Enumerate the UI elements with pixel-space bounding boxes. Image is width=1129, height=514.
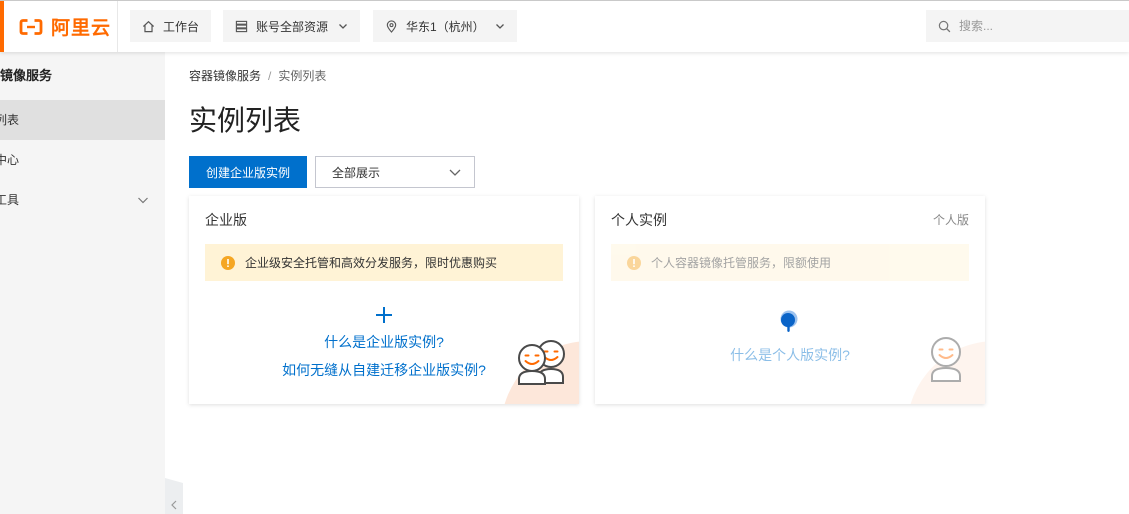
page-title: 实例列表 <box>189 105 302 136</box>
logo-divider <box>117 1 118 52</box>
region-dropdown[interactable]: 华东1（杭州） <box>373 10 517 42</box>
warning-icon <box>221 255 235 270</box>
warning-icon <box>627 255 641 270</box>
card-title: 企业版 <box>205 212 247 228</box>
promo-notice: 企业级安全托管和高效分发服务，限时优惠购买 <box>205 244 563 281</box>
search-input[interactable] <box>959 19 1119 33</box>
sidebar-item-center[interactable]: 中心 <box>0 140 165 180</box>
sidebar-item-label: 中心 <box>0 153 20 167</box>
edition-tag: 个人版 <box>932 213 969 227</box>
chevron-left-icon <box>170 500 178 510</box>
breadcrumb-current: 实例列表 <box>278 69 327 83</box>
top-navigation-bar: 阿里云 工作台 账号全部资源 华东1（杭州） <box>0 0 1129 52</box>
location-icon <box>385 19 398 33</box>
aliyun-logo[interactable]: 阿里云 <box>19 1 111 52</box>
card-title: 个人实例 <box>611 212 667 228</box>
aliyun-logo-icon <box>19 18 43 36</box>
create-enterprise-instance-button[interactable]: 创建企业版实例 <box>189 156 307 188</box>
chevron-down-icon <box>338 21 348 31</box>
notice-text: 企业级安全托管和高效分发服务，限时优惠购买 <box>245 256 498 270</box>
notice-text: 个人容器镜像托管服务，限额使用 <box>651 256 832 270</box>
workbench-button[interactable]: 工作台 <box>130 10 211 42</box>
sidebar-item-label: 工具 <box>0 193 20 207</box>
breadcrumb-separator: / <box>268 69 272 83</box>
region-label: 华东1（杭州） <box>406 19 485 34</box>
person-illustration <box>910 337 985 404</box>
search-box[interactable] <box>926 10 1129 42</box>
team-illustration <box>504 340 579 404</box>
logo-text: 阿里云 <box>51 18 112 39</box>
sidebar-collapse-handle[interactable] <box>165 478 183 514</box>
resource-scope-dropdown[interactable]: 账号全部资源 <box>223 10 360 42</box>
list-icon <box>235 20 248 33</box>
sidebar-item-tools[interactable]: 工具 <box>0 180 165 220</box>
search-icon <box>938 20 951 33</box>
loading-icon <box>779 310 799 334</box>
chevron-down-icon <box>495 21 505 31</box>
chevron-down-icon <box>137 194 149 206</box>
sidebar-item-instance-list[interactable]: 列表 <box>0 100 165 140</box>
workbench-label: 工作台 <box>163 19 200 34</box>
enterprise-instance-card: 企业版 企业级安全托管和高效分发服务，限时优惠购买 什么是企业版实例? 如何无缝… <box>189 196 579 404</box>
resource-scope-label: 账号全部资源 <box>256 19 329 34</box>
sidebar-title: 镜像服务 <box>0 68 53 83</box>
filter-selected-value: 全部展示 <box>332 165 381 180</box>
plus-icon[interactable] <box>375 306 393 324</box>
sidebar-item-label: 列表 <box>0 113 20 127</box>
quota-notice: 个人容器镜像托管服务，限额使用 <box>611 244 969 281</box>
personal-instance-card: 个人实例 个人版 个人容器镜像托管服务，限额使用 什么是个人版实例? <box>595 196 985 404</box>
instance-filter-select[interactable]: 全部展示 <box>315 156 475 188</box>
chevron-down-icon <box>448 165 462 179</box>
breadcrumb-root-link[interactable]: 容器镜像服务 <box>189 69 261 83</box>
brand-accent-strip <box>0 1 4 52</box>
sidebar: 镜像服务 列表 中心 工具 <box>0 52 165 514</box>
home-icon <box>142 20 155 33</box>
breadcrumb: 容器镜像服务 / 实例列表 <box>189 68 326 84</box>
